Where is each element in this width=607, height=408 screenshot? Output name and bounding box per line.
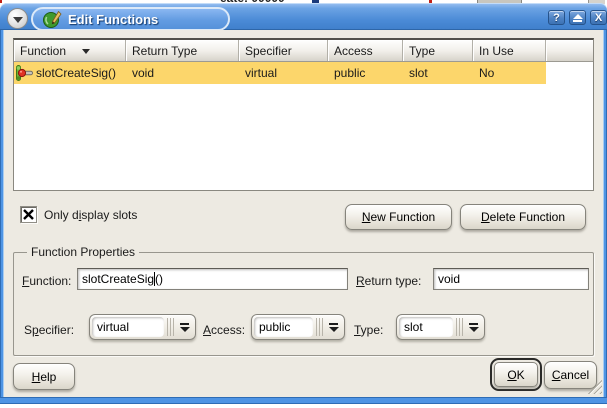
function-list: Function Return Type Specifier Access Ty… xyxy=(13,38,594,191)
function-input[interactable]: slotCreateSig() xyxy=(77,268,348,290)
checkmark-x-icon xyxy=(22,208,35,221)
sort-descending-icon xyxy=(82,49,90,54)
shade-icon xyxy=(573,14,583,19)
type-select[interactable]: slot xyxy=(396,314,485,340)
dropdown-arrow-icon xyxy=(467,323,480,332)
question-mark-icon: ? xyxy=(553,12,560,24)
chevron-down-icon xyxy=(13,17,23,23)
column-header-access[interactable]: Access xyxy=(328,40,403,61)
only-display-slots-checkbox[interactable] xyxy=(20,206,37,223)
only-display-slots-label: Only display slots xyxy=(44,208,137,222)
dropdown-arrow-icon xyxy=(178,323,191,332)
access-label: Access: xyxy=(203,323,245,337)
cell-specifier: virtual xyxy=(239,62,328,84)
return-type-input[interactable]: void xyxy=(433,268,589,290)
combo-grip xyxy=(316,318,324,336)
access-select[interactable]: public xyxy=(251,314,345,340)
dropdown-arrow-icon xyxy=(327,323,340,332)
close-window-button[interactable]: X xyxy=(590,10,607,25)
specifier-select[interactable]: virtual xyxy=(89,314,196,340)
background-fragment xyxy=(0,0,2,3)
cell-in-use: No xyxy=(473,62,546,84)
column-header-empty xyxy=(546,40,593,61)
close-icon: X xyxy=(595,12,602,24)
cell-type: slot xyxy=(403,62,473,84)
table-row[interactable]: slotCreateSig() void virtual public slot… xyxy=(14,62,593,84)
help-button[interactable]: Help xyxy=(13,363,75,390)
ok-button[interactable]: OK xyxy=(494,362,538,387)
type-label: Type: xyxy=(354,323,383,337)
screen: eate: 00000 Edit Functions ? xyxy=(0,0,607,408)
column-header-return-type[interactable]: Return Type xyxy=(126,40,239,61)
return-type-label: Return type: xyxy=(356,274,421,288)
combo-grip xyxy=(456,318,464,336)
delete-function-button[interactable]: Delete Function xyxy=(460,204,586,230)
help-window-button[interactable]: ? xyxy=(548,10,565,25)
window-title: Edit Functions xyxy=(68,12,158,27)
combo-grip xyxy=(167,318,175,336)
function-properties-group: Function Properties Function: slotCreate… xyxy=(13,252,594,356)
shade-window-button[interactable] xyxy=(569,10,586,25)
dialog-body: Function Return Type Specifier Access Ty… xyxy=(4,30,603,397)
app-icon xyxy=(42,9,62,29)
titlebar-capsule: Edit Functions xyxy=(31,7,230,31)
slot-icon xyxy=(16,65,33,81)
function-list-header: Function Return Type Specifier Access Ty… xyxy=(14,40,593,62)
cell-access: public xyxy=(328,62,403,84)
column-header-type[interactable]: Type xyxy=(403,40,473,61)
window-menu-button[interactable] xyxy=(7,8,28,29)
new-function-button[interactable]: New Function xyxy=(345,204,452,230)
window-titlebar[interactable]: Edit Functions ? X xyxy=(0,3,607,30)
column-header-in-use[interactable]: In Use xyxy=(473,40,546,61)
cell-function: slotCreateSig() xyxy=(14,62,126,84)
ok-default-ring: OK xyxy=(490,358,542,391)
window-border-right xyxy=(603,30,607,404)
shade-icon-bar xyxy=(573,20,582,22)
window-border-bottom xyxy=(0,397,607,404)
cell-return-type: void xyxy=(126,62,239,84)
column-header-specifier[interactable]: Specifier xyxy=(239,40,328,61)
cancel-button[interactable]: Cancel xyxy=(544,361,597,389)
function-label: Function: xyxy=(22,274,71,288)
column-header-function[interactable]: Function xyxy=(14,40,126,61)
group-title: Function Properties xyxy=(27,245,139,259)
specifier-label: Specifier: xyxy=(24,323,74,337)
